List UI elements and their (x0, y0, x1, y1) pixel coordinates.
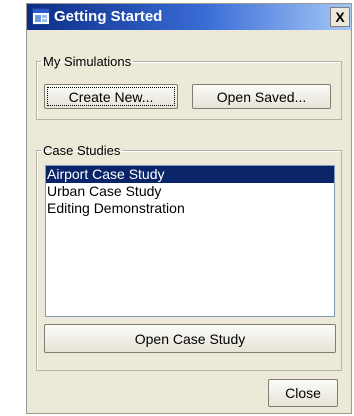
list-item-airport-case-study[interactable]: Airport Case Study (46, 166, 334, 183)
case-studies-legend: Case Studies (43, 143, 121, 158)
close-window-button[interactable]: X (330, 7, 350, 27)
window-title: Getting Started (54, 8, 163, 25)
open-saved-button[interactable]: Open Saved... (192, 84, 331, 109)
case-studies-list[interactable]: Airport Case Study Urban Case Study Edit… (45, 165, 335, 317)
create-new-button[interactable]: Create New... (44, 84, 178, 109)
title-bar[interactable]: Getting Started X (27, 4, 351, 30)
my-simulations-legend: My Simulations (43, 54, 132, 69)
close-button[interactable]: Close (268, 379, 338, 407)
app-window-icon (32, 8, 50, 25)
list-item-editing-demonstration[interactable]: Editing Demonstration (46, 200, 334, 217)
list-item-urban-case-study[interactable]: Urban Case Study (46, 183, 334, 200)
open-case-study-button[interactable]: Open Case Study (44, 324, 336, 353)
getting-started-dialog: Getting Started X My Simulations Create … (26, 3, 352, 414)
